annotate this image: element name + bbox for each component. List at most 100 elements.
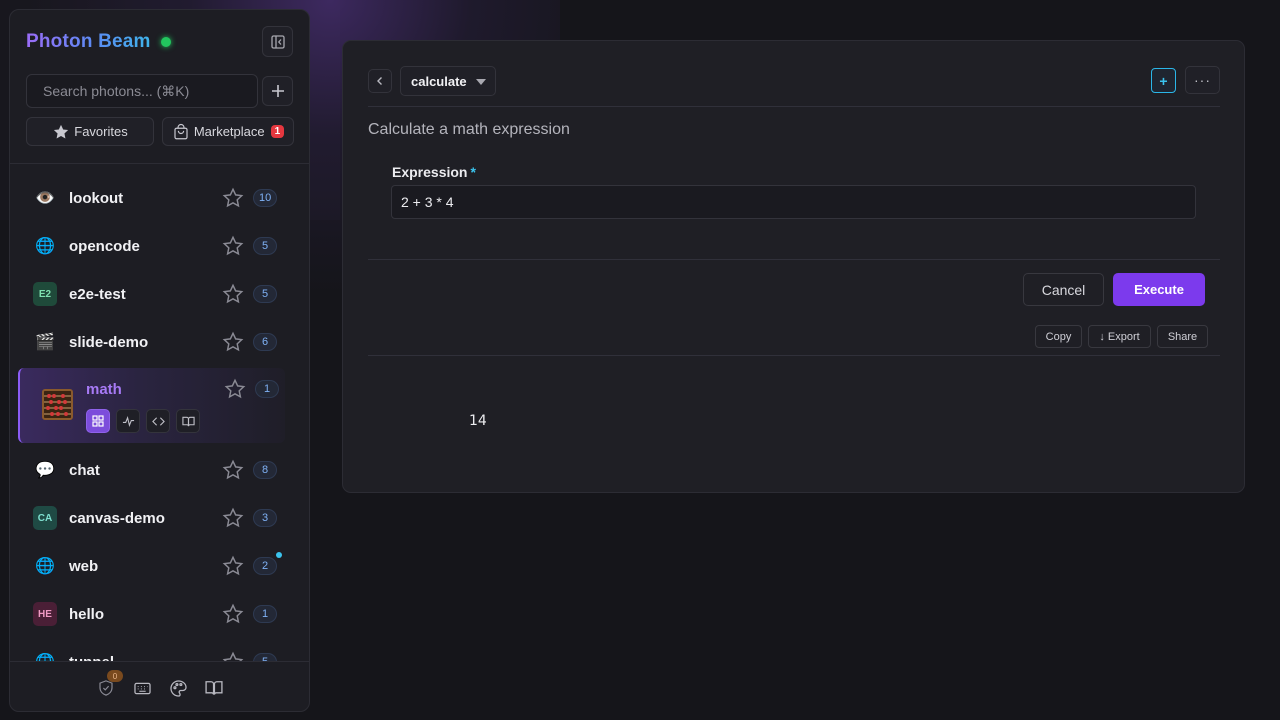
star-icon[interactable] bbox=[222, 555, 244, 577]
speech-bubble-icon: 💬 bbox=[35, 462, 55, 479]
count-badge: 10 bbox=[253, 189, 278, 207]
method-description: Calculate a math expression bbox=[368, 121, 570, 138]
divider bbox=[368, 106, 1220, 107]
item-name: hello bbox=[69, 605, 105, 623]
item-name: e2e-test bbox=[69, 285, 126, 303]
divider bbox=[368, 355, 1220, 356]
add-photon-button[interactable] bbox=[262, 76, 293, 106]
list-item-chat[interactable]: 💬 chat 8 bbox=[18, 447, 285, 493]
plus-icon: + bbox=[1159, 72, 1168, 89]
list-item-slide-demo[interactable]: 🎬 slide-demo 6 bbox=[18, 319, 285, 365]
code-icon bbox=[151, 416, 165, 426]
book-open-icon bbox=[205, 681, 223, 695]
theme-button[interactable] bbox=[167, 677, 189, 699]
grid-view-button[interactable] bbox=[86, 409, 110, 433]
app-title: Photon Beam bbox=[26, 31, 151, 52]
online-status-dot bbox=[161, 37, 171, 47]
documentation-button[interactable] bbox=[203, 677, 225, 699]
execute-button[interactable]: Execute bbox=[1113, 273, 1205, 306]
collapse-sidebar-button[interactable] bbox=[262, 26, 293, 57]
star-icon[interactable] bbox=[222, 459, 244, 481]
initials-icon: E2 bbox=[33, 282, 57, 306]
star-icon[interactable] bbox=[222, 651, 244, 661]
plus-icon bbox=[271, 85, 284, 97]
item-name: canvas-demo bbox=[69, 509, 165, 527]
docs-button[interactable] bbox=[176, 409, 200, 433]
globe-icon: 🌐 bbox=[33, 650, 57, 661]
more-options-button[interactable]: ··· bbox=[1185, 66, 1220, 94]
keyboard-shortcuts-button[interactable] bbox=[131, 677, 153, 699]
method-select[interactable]: calculate bbox=[400, 66, 496, 96]
palette-icon bbox=[169, 679, 187, 697]
list-item-opencode[interactable]: 🌐 opencode 5 bbox=[18, 223, 285, 269]
count-badge: 5 bbox=[253, 285, 277, 303]
item-name: lookout bbox=[69, 189, 124, 207]
cancel-button[interactable]: Cancel bbox=[1023, 273, 1104, 306]
expression-label-text: Expression bbox=[392, 164, 468, 180]
list-item-e2e-test[interactable]: E2 e2e-test 5 bbox=[18, 271, 285, 317]
count-badge: 5 bbox=[253, 237, 277, 255]
count-badge: 6 bbox=[253, 333, 277, 351]
marketplace-button[interactable]: Marketplace 1 bbox=[162, 117, 294, 146]
globe-icon: 🌐 bbox=[35, 238, 55, 255]
star-icon[interactable] bbox=[222, 507, 244, 529]
expression-input[interactable] bbox=[391, 185, 1196, 219]
ellipsis-icon: ··· bbox=[1194, 72, 1211, 88]
divider bbox=[368, 259, 1220, 260]
item-name: chat bbox=[69, 461, 100, 479]
chevron-down-icon bbox=[476, 79, 486, 85]
list-item-web[interactable]: 🌐 web 2 bbox=[18, 543, 285, 589]
item-name: web bbox=[69, 557, 99, 575]
item-name: opencode bbox=[69, 237, 140, 255]
expression-label: Expression * bbox=[392, 164, 476, 180]
count-badge: 3 bbox=[253, 509, 277, 527]
list-item-hello[interactable]: HE hello 1 bbox=[18, 591, 285, 637]
divider bbox=[10, 163, 309, 164]
item-name: slide-demo bbox=[69, 333, 149, 351]
count-badge: 2 bbox=[253, 557, 277, 575]
star-icon[interactable] bbox=[222, 187, 244, 209]
clapper-icon: 🎬 bbox=[35, 334, 55, 351]
star-icon[interactable] bbox=[222, 283, 244, 305]
item-name: tunnel bbox=[69, 654, 114, 662]
activity-button[interactable] bbox=[116, 409, 140, 433]
copy-button[interactable]: Copy bbox=[1035, 325, 1082, 348]
grid-icon bbox=[92, 415, 104, 427]
back-button[interactable] bbox=[368, 69, 392, 93]
share-button[interactable]: Share bbox=[1157, 325, 1208, 348]
count-badge: 1 bbox=[255, 380, 279, 398]
favorites-button[interactable]: Favorites bbox=[26, 117, 154, 146]
keyboard-icon bbox=[133, 682, 151, 694]
update-dot bbox=[276, 552, 282, 558]
photon-list: 👁️ lookout 10 🌐 opencode 5 E2 e2e-test 5… bbox=[10, 165, 309, 661]
initials-icon: CA bbox=[33, 506, 57, 530]
initials-icon: HE bbox=[33, 602, 57, 626]
list-item-canvas-demo[interactable]: CA canvas-demo 3 bbox=[18, 495, 285, 541]
star-icon[interactable] bbox=[222, 235, 244, 257]
star-icon[interactable] bbox=[224, 378, 246, 400]
marketplace-badge: 1 bbox=[270, 125, 285, 138]
eye-icon: 👁️ bbox=[35, 190, 55, 207]
search-input[interactable] bbox=[26, 74, 258, 108]
new-tab-button[interactable]: + bbox=[1151, 68, 1176, 93]
shopping-bag-icon bbox=[174, 123, 188, 139]
star-icon[interactable] bbox=[222, 331, 244, 353]
book-open-icon bbox=[181, 416, 195, 426]
favorites-label: Favorites bbox=[74, 124, 128, 139]
count-badge: 8 bbox=[253, 461, 277, 479]
method-panel: calculate + ··· Calculate a math express… bbox=[342, 40, 1245, 493]
required-marker: * bbox=[470, 164, 476, 180]
code-button[interactable] bbox=[146, 409, 170, 433]
result-value: 14 bbox=[469, 413, 487, 429]
security-badge: 0 bbox=[107, 670, 123, 682]
star-icon[interactable] bbox=[222, 603, 244, 625]
sidebar-collapse-icon bbox=[270, 34, 285, 49]
divider bbox=[10, 661, 309, 662]
marketplace-label: Marketplace bbox=[193, 124, 265, 139]
list-item-math[interactable]: math 1 bbox=[18, 368, 285, 443]
star-filled-icon bbox=[54, 124, 69, 138]
count-badge: 5 bbox=[253, 653, 277, 661]
export-button[interactable]: ↓ Export bbox=[1088, 325, 1151, 348]
list-item-lookout[interactable]: 👁️ lookout 10 bbox=[18, 175, 285, 221]
list-item-tunnel[interactable]: 🌐 tunnel 5 bbox=[18, 639, 285, 661]
